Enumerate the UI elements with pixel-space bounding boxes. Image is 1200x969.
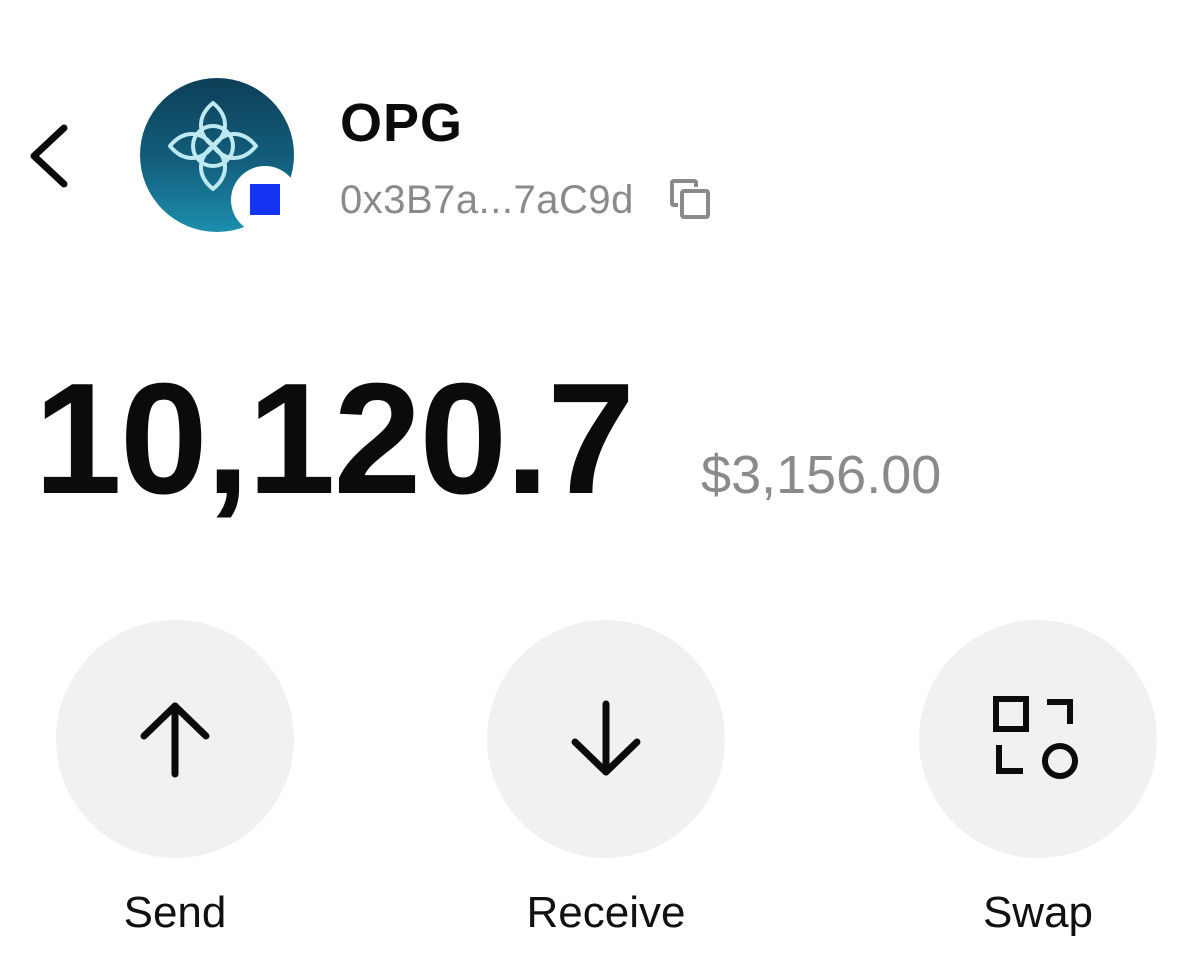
wallet-address: 0x3B7a...7aC9d (340, 177, 634, 222)
swap-action: Swap (918, 620, 1158, 938)
token-symbol: OPG (340, 93, 464, 153)
arrow-down-icon (571, 700, 641, 776)
chevron-left-icon (30, 124, 68, 188)
send-action: Send (55, 620, 295, 938)
address-row: 0x3B7a...7aC9d (340, 176, 714, 224)
receive-action: Receive (486, 620, 726, 938)
blue-square-icon (250, 184, 280, 215)
fiat-balance: $3,156.00 (701, 445, 942, 505)
receive-button[interactable] (487, 620, 725, 858)
back-button[interactable] (22, 118, 78, 194)
network-badge (231, 166, 299, 234)
swap-icon (993, 696, 1078, 779)
copy-icon (669, 179, 710, 219)
send-button[interactable] (56, 620, 294, 858)
copy-address-button[interactable] (668, 177, 714, 223)
balance-row: 10,120.7 $3,156.00 (34, 360, 941, 518)
swap-label: Swap (982, 888, 1094, 937)
token-avatar (140, 78, 299, 234)
token-balance: 10,120.7 (34, 351, 635, 527)
receive-label: Receive (526, 888, 686, 937)
arrow-up-icon (140, 702, 210, 778)
send-label: Send (123, 888, 227, 937)
swap-button[interactable] (919, 620, 1157, 858)
